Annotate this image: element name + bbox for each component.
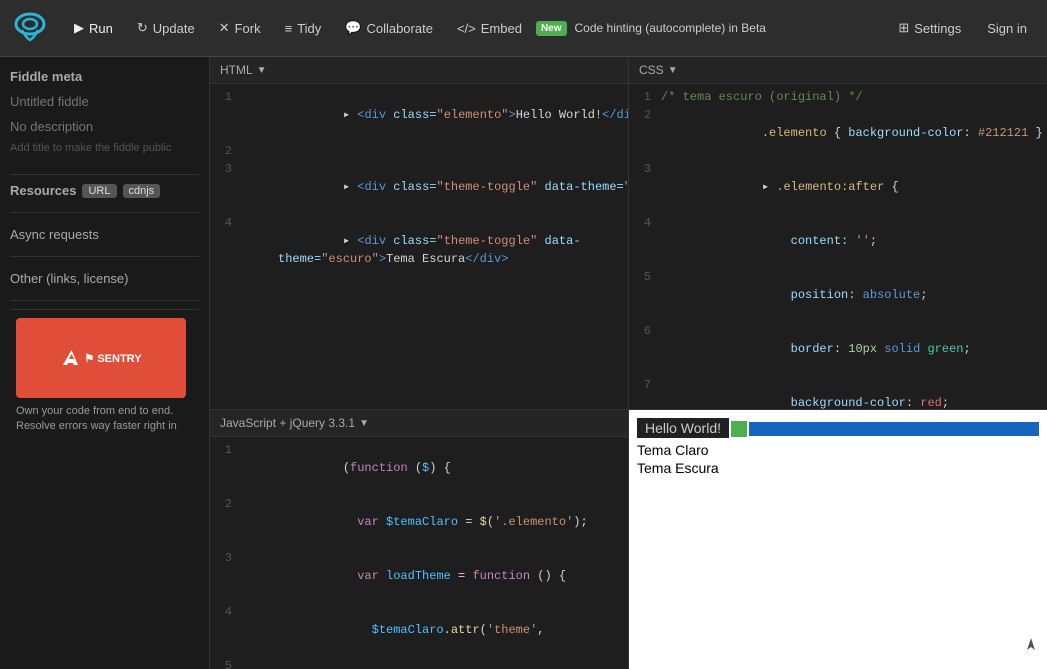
url-tag-button[interactable]: URL	[82, 184, 116, 198]
cdnjs-tag-button[interactable]: cdnjs	[123, 184, 161, 198]
fork-button[interactable]: ✕ Fork	[209, 14, 271, 42]
result-tema-escura: Tema Escura	[637, 460, 1039, 476]
html-editor-header: HTML ▼	[210, 57, 628, 84]
css-line-1: 1 /* tema escuro (original) */	[629, 88, 1047, 106]
sentry-advertisement: ⚑ SENTRY Own your code from end to end. …	[10, 309, 199, 443]
resources-label: Resources	[10, 183, 76, 198]
js-line-1: 1 (function ($) {	[210, 441, 628, 495]
css-line-6: 6 border: 10px solid green;	[629, 322, 1047, 376]
js-code-area[interactable]: 1 (function ($) { 2 var $temaClaro = $('…	[210, 437, 628, 669]
divider-2	[10, 212, 199, 213]
html-line-3: 3 ▸ <div class="theme-toggle" data-theme…	[210, 160, 628, 214]
sentry-tagline: Own your code from end to end. Resolve e…	[16, 404, 193, 435]
embed-label: Embed	[481, 21, 522, 36]
css-label: CSS	[639, 63, 664, 77]
resources-row: Resources URL cdnjs	[10, 183, 199, 198]
async-requests-link[interactable]: Async requests	[10, 221, 199, 248]
css-code-area[interactable]: 1 /* tema escuro (original) */ 2 .elemen…	[629, 84, 1047, 409]
html-line-1: 1 ▸ <div class="elemento">Hello World!</…	[210, 88, 628, 142]
run-button[interactable]: ▶ Run	[64, 14, 123, 42]
js-label: JavaScript + jQuery 3.3.1	[220, 416, 355, 430]
editors-bottom-row: JavaScript + jQuery 3.3.1 ▼ 1 (function …	[210, 409, 1047, 669]
tidy-icon: ≡	[285, 21, 293, 36]
sentry-logo-box[interactable]: ⚑ SENTRY	[16, 318, 186, 398]
css-editor-panel: CSS ▼ 1 /* tema escuro (original) */ 2 .…	[629, 57, 1047, 409]
editors-top-row: HTML ▼ 1 ▸ <div class="elemento">Hello W…	[210, 57, 1047, 409]
divider-1	[10, 174, 199, 175]
update-label: Update	[153, 21, 195, 36]
logo[interactable]	[8, 6, 52, 50]
fiddle-hint: Add title to make the fiddle public	[10, 142, 199, 154]
other-link[interactable]: Other (links, license)	[10, 265, 199, 292]
nav-right: ⊞ Settings Sign in	[888, 14, 1039, 42]
run-icon: ▶	[74, 20, 84, 36]
result-hello-text: Hello World!	[637, 418, 729, 438]
result-tema-claro: Tema Claro	[637, 442, 1039, 458]
css-dropdown-arrow[interactable]: ▼	[668, 65, 678, 76]
html-editor-panel: HTML ▼ 1 ▸ <div class="elemento">Hello W…	[210, 57, 629, 409]
sentry-logo: ⚑ SENTRY	[60, 348, 141, 368]
css-line-3: 3 ▸ .elemento:after {	[629, 160, 1047, 214]
result-content: Hello World! Tema Claro Tema Escura	[629, 410, 1047, 669]
tidy-label: Tidy	[297, 21, 321, 36]
js-editor-panel: JavaScript + jQuery 3.3.1 ▼ 1 (function …	[210, 410, 629, 669]
js-dropdown-arrow[interactable]: ▼	[359, 418, 369, 429]
collaborate-button[interactable]: 💬 Collaborate	[335, 14, 443, 42]
sentry-logo-text: ⚑ SENTRY	[84, 352, 141, 365]
update-icon: ↻	[137, 20, 148, 36]
fork-icon: ✕	[219, 20, 230, 36]
js-editor-header: JavaScript + jQuery 3.3.1 ▼	[210, 410, 628, 437]
fork-label: Fork	[235, 21, 261, 36]
signin-button[interactable]: Sign in	[975, 15, 1039, 42]
beta-badge: New	[536, 21, 567, 36]
top-navigation: ▶ Run ↻ Update ✕ Fork ≡ Tidy 💬 Collabora…	[0, 0, 1047, 57]
collaborate-icon: 💬	[345, 20, 361, 36]
css-line-7: 7 background-color: red;	[629, 376, 1047, 409]
html-dropdown-arrow[interactable]: ▼	[257, 65, 267, 76]
js-line-2: 2 var $temaClaro = $('.elemento');	[210, 495, 628, 549]
result-green-indicator	[731, 421, 747, 437]
embed-button[interactable]: </> Embed	[447, 15, 532, 42]
html-line-4: 4 ▸ <div class="theme-toggle" data- them…	[210, 214, 628, 286]
fiddle-description-input[interactable]	[10, 117, 199, 136]
divider-4	[10, 300, 199, 301]
html-code-area[interactable]: 1 ▸ <div class="elemento">Hello World!</…	[210, 84, 628, 409]
embed-icon: </>	[457, 21, 476, 36]
result-blue-bar	[749, 422, 1039, 436]
settings-icon: ⊞	[898, 20, 909, 36]
css-line-5: 5 position: absolute;	[629, 268, 1047, 322]
css-editor-header: CSS ▼	[629, 57, 1047, 84]
js-line-5: 5 localStorage.getItem('theme') || 'defa…	[210, 657, 628, 669]
html-label: HTML	[220, 63, 253, 77]
cursor-indicator	[1025, 636, 1037, 657]
js-line-4: 4 $temaClaro.attr('theme',	[210, 603, 628, 657]
result-panel: Hello World! Tema Claro Tema Escura	[629, 410, 1047, 669]
css-line-2: 2 .elemento { background-color: #212121 …	[629, 106, 1047, 160]
css-line-4: 4 content: '';	[629, 214, 1047, 268]
html-line-2: 2	[210, 142, 628, 160]
signin-label: Sign in	[987, 21, 1027, 36]
update-button[interactable]: ↻ Update	[127, 14, 205, 42]
sentry-tagline-text: Own your code from end to end.	[16, 405, 173, 417]
tidy-button[interactable]: ≡ Tidy	[275, 15, 332, 42]
fiddle-title-input[interactable]	[10, 92, 199, 111]
settings-button[interactable]: ⊞ Settings	[888, 14, 971, 42]
divider-3	[10, 256, 199, 257]
beta-text: Code hinting (autocomplete) in Beta	[575, 21, 885, 35]
fiddle-meta-title: Fiddle meta	[10, 69, 199, 84]
editors-area: HTML ▼ 1 ▸ <div class="elemento">Hello W…	[210, 57, 1047, 669]
js-line-3: 3 var loadTheme = function () {	[210, 549, 628, 603]
settings-label: Settings	[914, 21, 961, 36]
sentry-sub-text: Resolve errors way faster right in	[16, 420, 177, 432]
main-area: Fiddle meta Add title to make the fiddle…	[0, 57, 1047, 669]
collaborate-label: Collaborate	[366, 21, 433, 36]
run-label: Run	[89, 21, 113, 36]
sidebar: Fiddle meta Add title to make the fiddle…	[0, 57, 210, 669]
